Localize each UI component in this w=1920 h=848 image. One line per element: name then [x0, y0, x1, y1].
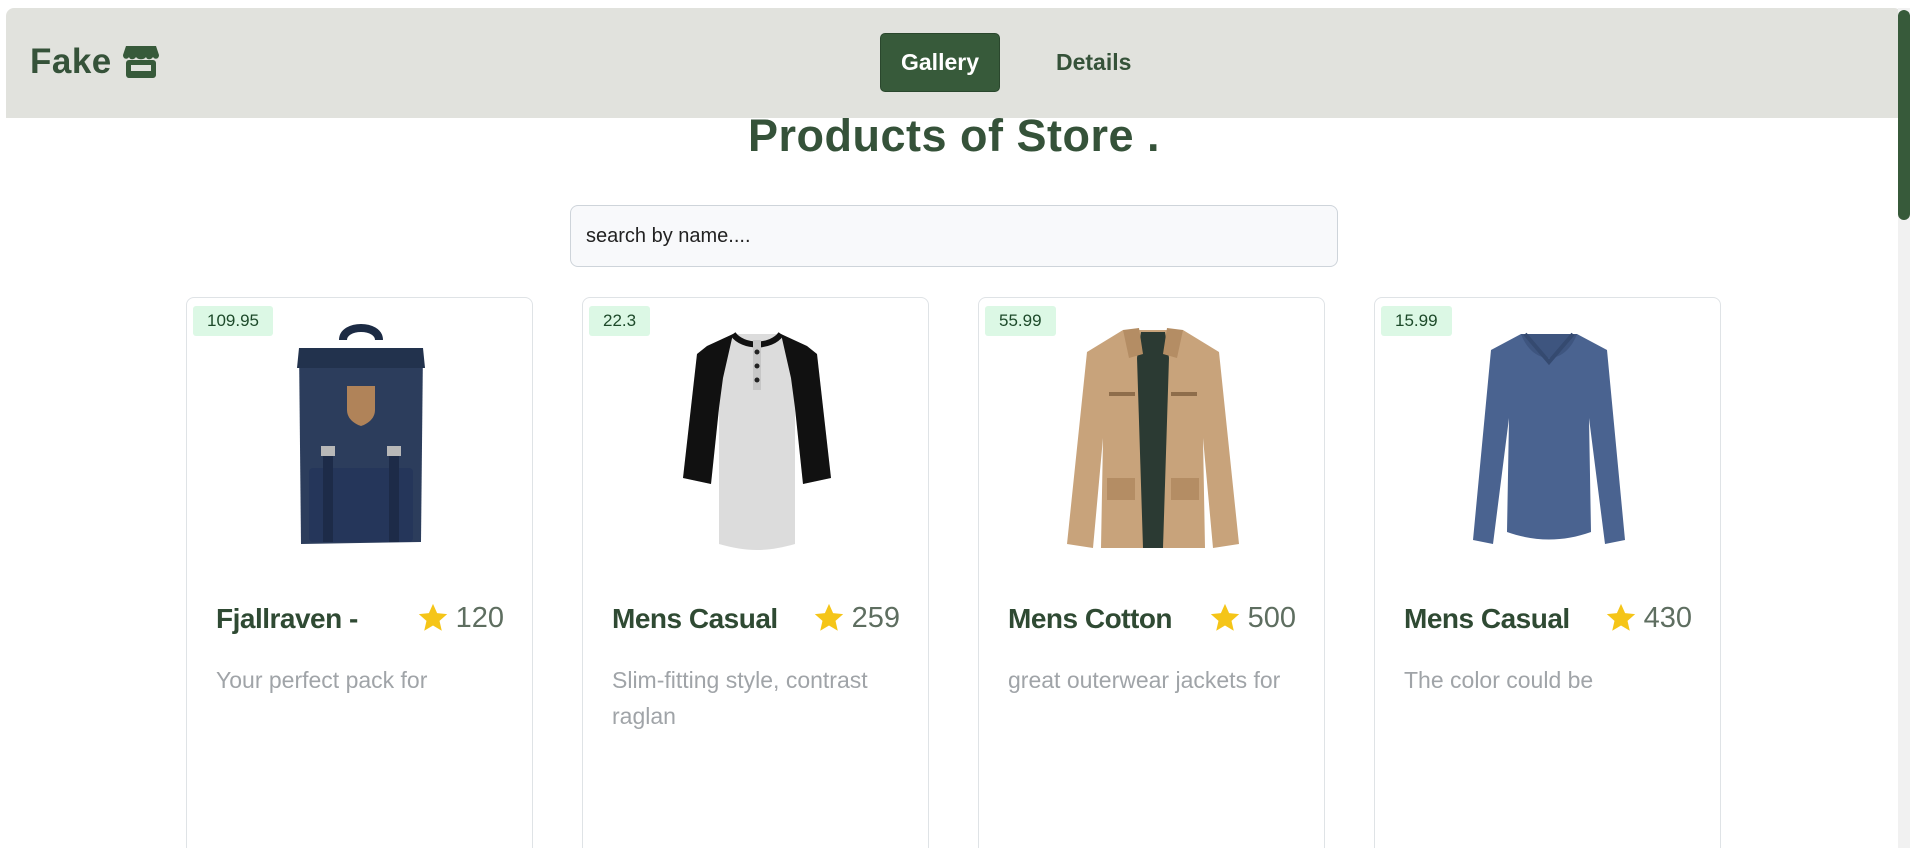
price-badge: 15.99: [1381, 306, 1452, 336]
brand-name: Fake: [30, 42, 112, 81]
price-badge: 109.95: [193, 306, 273, 336]
star-icon: [418, 603, 447, 631]
star-icon: [814, 603, 843, 631]
product-image: [683, 331, 831, 550]
navbar: Fake Gallery Details: [6, 8, 1902, 118]
product-description: Your perfect pack for: [216, 667, 428, 693]
product-description: Slim-fitting style, contrast raglan: [612, 667, 868, 729]
product-image: [297, 324, 425, 544]
tab-details[interactable]: Details: [1038, 33, 1149, 92]
price-badge: 55.99: [985, 306, 1056, 336]
product-title: Mens Casual: [1404, 603, 1570, 634]
product-image: [1473, 332, 1625, 544]
price-badge: 22.3: [589, 306, 651, 336]
product-image: [1067, 328, 1239, 548]
scrollbar-thumb[interactable]: [1898, 10, 1910, 220]
product-title: Mens Cotton: [1008, 603, 1173, 634]
product-rating: 500: [1208, 601, 1296, 635]
product-description: great outerwear jackets for: [1008, 667, 1281, 693]
product-title: Fjallraven -: [216, 603, 358, 634]
page-title: Products of Store .: [747, 110, 1161, 161]
product-title: Mens Casual: [612, 603, 778, 634]
search-input[interactable]: [570, 205, 1338, 267]
rating-count: 500: [1247, 601, 1296, 634]
tab-gallery[interactable]: Gallery: [880, 33, 1000, 92]
product-rating: 259: [812, 601, 900, 635]
product-card[interactable]: 22.3 Mens Casual 259 Slim-fitting style,…: [582, 297, 929, 848]
nav-tabs: Gallery Details: [880, 33, 1149, 92]
store-icon: [122, 46, 159, 78]
rating-count: 430: [1643, 601, 1692, 634]
star-icon: [1210, 603, 1239, 631]
product-rating: 430: [1604, 601, 1692, 635]
product-description: The color could be: [1404, 667, 1594, 693]
product-rating: 120: [416, 601, 504, 635]
rating-count: 120: [455, 601, 504, 634]
app-frame: Fake Gallery Details Products of Store .…: [6, 8, 1902, 848]
brand-logo[interactable]: Fake: [30, 42, 160, 82]
product-card[interactable]: 15.99 Mens Casual 430 The color could be: [1374, 297, 1721, 848]
rating-count: 259: [851, 601, 900, 634]
scrollbar[interactable]: [1898, 8, 1910, 848]
product-card[interactable]: 55.99 Mens Cotton 500 great outerwear ja…: [978, 297, 1325, 848]
star-icon: [1606, 603, 1635, 631]
product-card[interactable]: 109.95 Fjallraven - 120 Your perfect pac…: [186, 297, 533, 848]
